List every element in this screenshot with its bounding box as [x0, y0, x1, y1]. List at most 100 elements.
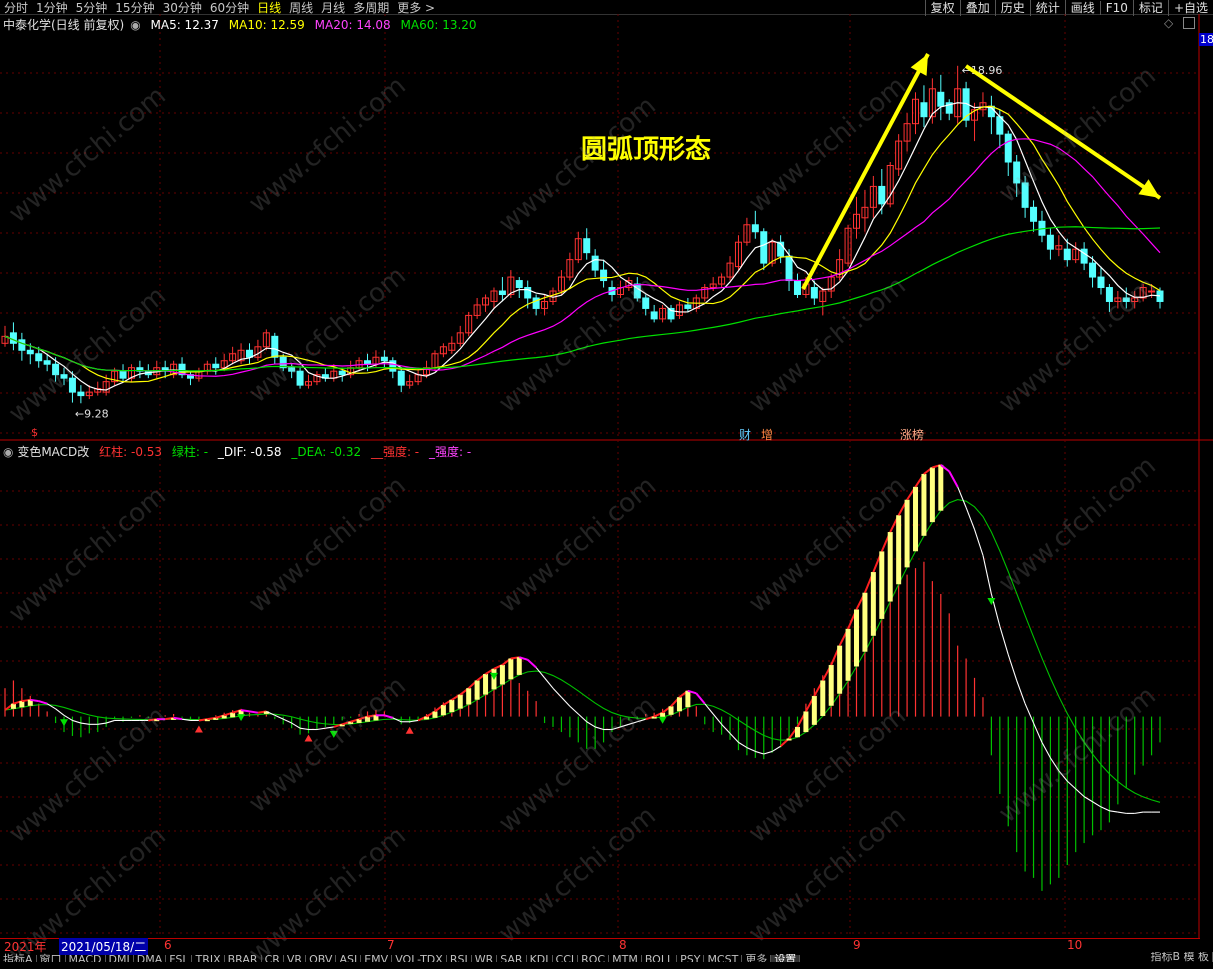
dif-line-segment: [729, 732, 739, 743]
strength-bar: [794, 726, 800, 738]
legend-toggle-icon[interactable]: ◉: [130, 18, 140, 32]
dif-line-segment: [628, 721, 638, 725]
indicator-tab-4[interactable]: DMA: [134, 954, 167, 962]
ma60-label: MA60: 13.20: [400, 18, 477, 32]
candle-body: [642, 297, 650, 309]
marker-zeng[interactable]: 增: [761, 426, 773, 443]
indicator-tab-18[interactable]: CCI: [553, 954, 579, 962]
indicator-tab-25[interactable]: 设置: [771, 954, 801, 962]
dif-line-segment: [1024, 703, 1035, 724]
candle-body: [60, 374, 68, 379]
dif-line-segment: [594, 726, 604, 731]
strength-bar: [651, 716, 657, 719]
indicator-tab-12[interactable]: EMV: [361, 954, 393, 962]
candle-body: [271, 335, 279, 358]
macd-toggle-icon[interactable]: ◉: [3, 445, 13, 459]
candle-body: [591, 255, 599, 271]
strength-bar: [685, 690, 691, 708]
indicator-tab-16[interactable]: SAR: [497, 954, 527, 962]
dea-line: [4, 499, 1161, 803]
indicator-tab-10[interactable]: OBV: [306, 954, 337, 962]
panel-settings-icon[interactable]: [1183, 17, 1195, 29]
buy-signal-icon: [304, 734, 313, 742]
strength-bar: [676, 697, 682, 712]
dif-line-segment: [384, 714, 394, 719]
indicator-tab-19[interactable]: ROC: [578, 954, 610, 962]
pattern-annotation: 圆弧顶形态: [581, 135, 712, 165]
candle-body: [583, 238, 591, 254]
candle-body: [1122, 297, 1130, 302]
indicator-tab-5[interactable]: FSL: [166, 954, 193, 962]
strength-bar: [811, 695, 817, 725]
strength-bar: [516, 657, 522, 675]
strength-bar: [474, 680, 480, 700]
indicator-tab-23[interactable]: MCST: [704, 954, 743, 962]
marker-s[interactable]: $: [31, 426, 38, 439]
candle-body: [684, 304, 692, 309]
strength-bar: [10, 703, 16, 709]
candle-body: [43, 360, 51, 365]
dif-line-segment: [55, 708, 65, 716]
dif-line-segment: [957, 486, 967, 508]
strength2-label: _强度: -: [428, 445, 472, 459]
strength-bar: [230, 712, 236, 718]
dif-line-segment: [577, 713, 588, 723]
indicator-tab-24[interactable]: 更多: [742, 954, 772, 962]
ma20-line: [4, 138, 1161, 377]
indicator-tab-17[interactable]: KDJ: [527, 954, 553, 962]
buy-signal-icon: [194, 725, 203, 733]
sell-signal-icon: [329, 730, 338, 738]
indicator-tab-1[interactable]: 窗口: [37, 954, 66, 962]
dif-line-segment: [1016, 680, 1026, 704]
dif-line-segment: [173, 716, 183, 721]
candle-body: [650, 311, 658, 320]
candle-body: [1013, 161, 1021, 184]
indicator-tab-3[interactable]: DMI: [106, 954, 134, 962]
dif-line-segment: [999, 626, 1009, 655]
indicator-tab-7[interactable]: BRAR: [225, 954, 262, 962]
strength-bar: [921, 473, 927, 536]
indicator-tab-8[interactable]: CR: [262, 954, 284, 962]
dif-line-segment: [965, 507, 976, 530]
date-month-6: 6: [164, 938, 172, 952]
candle-body: [937, 91, 945, 107]
sell-signal-icon: [60, 719, 69, 727]
date-month-9: 9: [853, 938, 861, 952]
candle-body: [338, 370, 346, 376]
strength-bar: [786, 738, 792, 741]
candle-body: [68, 377, 76, 393]
marker-cai[interactable]: 财: [739, 426, 751, 443]
macd-title[interactable]: 变色MACD改: [17, 445, 89, 459]
indicator-b-tab[interactable]: 指标B 模 板: [1147, 952, 1213, 962]
dif-line-segment: [637, 718, 646, 723]
indicator-tab-6[interactable]: TRIX: [192, 954, 225, 962]
indicator-tab-20[interactable]: MTM: [609, 954, 642, 962]
indicator-tab-2[interactable]: MACD: [66, 954, 106, 962]
strength-bar: [668, 706, 674, 715]
candle-body: [18, 339, 26, 351]
indicator-tab-13[interactable]: VOL-TDX: [392, 954, 447, 962]
strength-bar: [803, 711, 809, 733]
date-month-8: 8: [619, 938, 627, 952]
price-scale-label: 18: [1199, 33, 1213, 46]
strength-bar: [913, 486, 919, 552]
strength-bar: [19, 701, 25, 708]
indicator-tab-22[interactable]: PSY: [677, 954, 705, 962]
indicator-tab-21[interactable]: BOLL: [642, 954, 678, 962]
dif-line-segment: [1075, 788, 1085, 798]
macd-legend: ◉ 变色MACD改 红柱: -0.53 绿柱: - _DIF: -0.58 _D…: [3, 443, 477, 460]
candle-body: [810, 287, 818, 299]
stock-title[interactable]: 中泰化学(日线 前复权): [3, 18, 124, 32]
dif-line-segment: [1092, 801, 1102, 808]
candle-body: [245, 349, 253, 358]
indicator-tab-0[interactable]: 指标A: [0, 954, 37, 962]
indicator-tab-14[interactable]: RSI: [447, 954, 472, 962]
indicator-tab-9[interactable]: VR: [284, 954, 307, 962]
dif-line-segment: [1066, 780, 1077, 790]
marker-zhangbang[interactable]: 涨榜: [900, 426, 924, 443]
candle-body: [878, 185, 886, 205]
indicator-tab-15[interactable]: WR: [472, 954, 498, 962]
dif-line-segment: [46, 703, 56, 710]
indicator-tab-11[interactable]: ASI: [336, 954, 362, 962]
diamond-icon[interactable]: ◇: [1164, 16, 1173, 30]
